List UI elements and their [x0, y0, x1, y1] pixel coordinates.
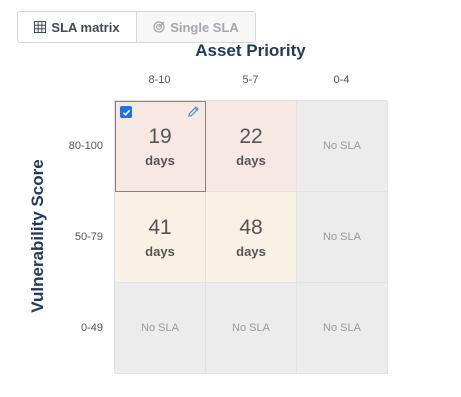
- sla-days-unit: days: [236, 152, 266, 168]
- row-label: 0-49: [80, 322, 103, 334]
- sla-matrix-grid: 19 days 22 days No SLA 41 days 48 days N…: [114, 100, 388, 374]
- matrix-cell[interactable]: 22 days: [206, 101, 297, 192]
- column-label: 0-4: [333, 74, 350, 86]
- view-toggle: SLA matrix Single SLA: [17, 11, 256, 43]
- matrix-cell[interactable]: No SLA: [297, 192, 388, 283]
- matrix-cell[interactable]: 19 days: [115, 101, 206, 192]
- sla-days-value: 48: [239, 215, 263, 239]
- matrix-cell[interactable]: No SLA: [297, 283, 388, 374]
- asset-priority-title: Asset Priority: [195, 41, 306, 60]
- sla-days-value: 22: [239, 124, 263, 148]
- row-label: 50-79: [74, 231, 103, 243]
- row-label: 80-100: [68, 140, 103, 152]
- sla-matrix-tab[interactable]: SLA matrix: [18, 12, 137, 42]
- matrix-cell[interactable]: 48 days: [206, 192, 297, 283]
- no-sla-text: No SLA: [323, 231, 361, 243]
- pencil-icon[interactable]: [187, 105, 200, 123]
- sla-days-unit: days: [145, 152, 175, 168]
- sla-days-value: 19: [148, 124, 172, 148]
- no-sla-text: No SLA: [323, 140, 361, 152]
- vulnerability-score-title: Vulnerability Score: [28, 159, 47, 313]
- matrix-cell[interactable]: 41 days: [115, 192, 206, 283]
- grid-icon: [34, 21, 47, 33]
- sla-matrix-label: SLA matrix: [51, 19, 120, 35]
- target-icon: [153, 21, 165, 33]
- matrix-cell[interactable]: No SLA: [297, 101, 388, 192]
- no-sla-text: No SLA: [232, 322, 270, 334]
- column-label: 5-7: [242, 74, 259, 86]
- single-sla-label: Single SLA: [170, 19, 239, 35]
- single-sla-tab[interactable]: Single SLA: [137, 12, 255, 42]
- sla-days-unit: days: [236, 243, 266, 259]
- sla-days-value: 41: [148, 215, 172, 239]
- sla-days-unit: days: [145, 243, 175, 259]
- column-label: 8-10: [148, 74, 171, 86]
- no-sla-text: No SLA: [323, 322, 361, 334]
- checkbox-checked-icon[interactable]: [120, 106, 132, 118]
- matrix-cell[interactable]: No SLA: [115, 283, 206, 374]
- matrix-cell[interactable]: No SLA: [206, 283, 297, 374]
- no-sla-text: No SLA: [141, 322, 179, 334]
